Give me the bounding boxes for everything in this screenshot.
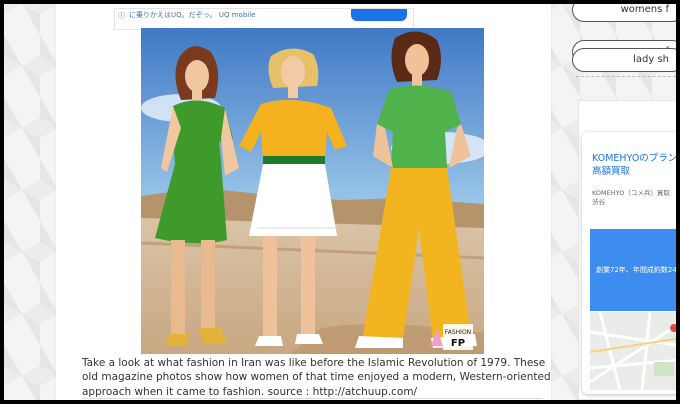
fashion-photo-image: FASHION FP — [141, 28, 484, 354]
map-graphic — [590, 312, 676, 390]
ad-title-line-1: KOMEHYOのブラン — [592, 153, 676, 164]
ad-subtitle-line-2: 渋谷 — [592, 198, 605, 206]
tag-label: lady sh — [633, 54, 669, 65]
page: ⓘ に乗りかえはUQ。だぞっ。 UQ mobile FASHION FP Tak… — [4, 4, 676, 400]
ad-text[interactable]: に乗りかえはUQ。だぞっ。 UQ mobile — [129, 11, 349, 20]
svg-text:FASHION: FASHION — [445, 329, 471, 336]
komehyo-ad[interactable]: KOMEHYOのブラン 高額買取 KOMEHYO（コメ兵）買取 渋谷 創業72年… — [582, 132, 676, 394]
info-icon[interactable]: ⓘ — [118, 11, 125, 21]
ad-banner-image[interactable]: 創業72年、年間成約数247 — [590, 229, 676, 311]
divider — [82, 398, 542, 399]
tag-label: womens f — [620, 4, 669, 15]
ad-subtitle-line-1: KOMEHYO（コメ兵）買取 — [592, 189, 670, 197]
photo-caption: Take a look at what fashion in Iran was … — [82, 357, 551, 398]
ad-title-line-2: 高額買取 — [592, 166, 631, 177]
ad-line-2: に乗りかえはUQ。だぞっ。 UQ mobile — [129, 11, 256, 19]
fashion-photo: FASHION FP — [141, 28, 484, 354]
tags-divider — [576, 76, 676, 77]
ad-banner[interactable]: ⓘ に乗りかえはUQ。だぞっ。 UQ mobile — [114, 8, 414, 30]
ad-banner-text: 創業72年、年間成約数247 — [596, 266, 676, 274]
tag-lady-shoes[interactable]: lady sh — [572, 48, 676, 72]
svg-text:FP: FP — [451, 338, 465, 349]
ad-subtitle: KOMEHYO（コメ兵）買取 渋谷 — [592, 189, 676, 207]
ad-cta-button[interactable] — [351, 9, 407, 21]
tag-womens-fashion[interactable]: womens f — [572, 4, 676, 22]
map-thumbnail[interactable] — [590, 312, 676, 390]
ad-title[interactable]: KOMEHYOのブラン 高額買取 — [592, 152, 676, 178]
